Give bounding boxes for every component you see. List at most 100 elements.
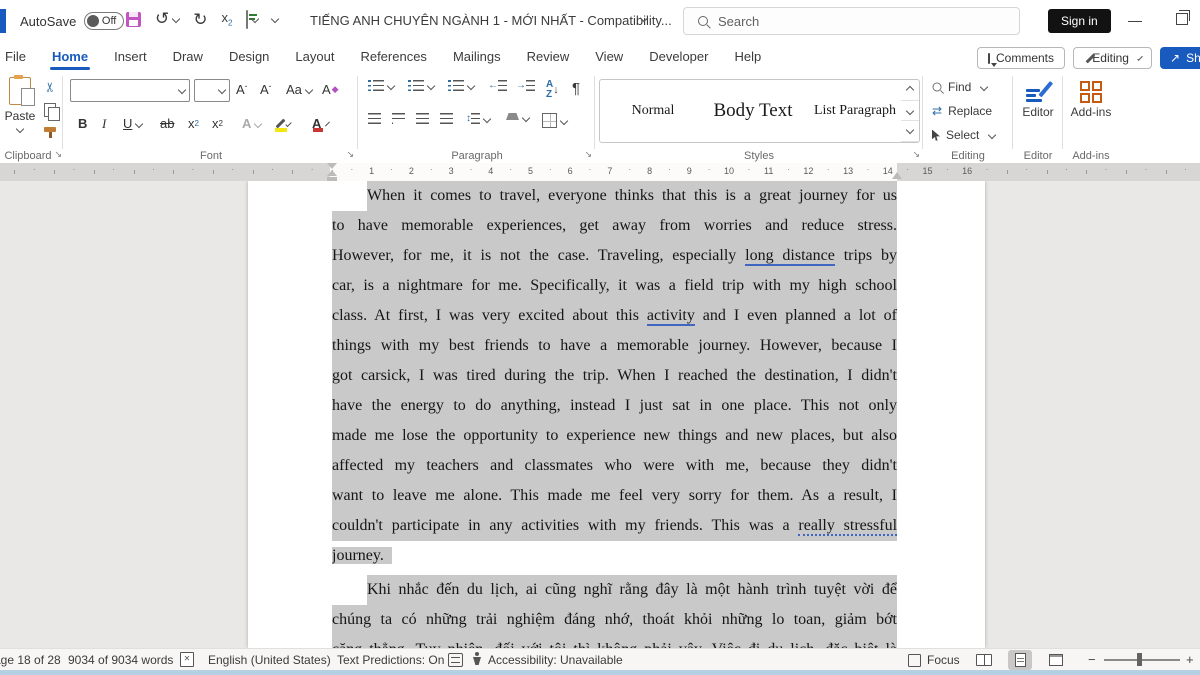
first-line-indent-marker[interactable] (327, 163, 337, 169)
focus-button[interactable]: Focus (908, 653, 960, 667)
tab-file[interactable]: File (0, 44, 39, 71)
addins-button[interactable]: Add-ins (1064, 81, 1118, 119)
text-line[interactable]: want to leave me alone. This made me fee… (332, 481, 897, 511)
page-indicator[interactable]: Page 18 of 28 (0, 653, 61, 667)
superscript-button[interactable]: x2 (212, 113, 223, 134)
text-line[interactable]: got carsick, I was tired during the trip… (332, 361, 897, 391)
styles-scroll-down[interactable] (901, 101, 919, 122)
borders-button[interactable] (542, 113, 567, 128)
qat-overflow-icon[interactable] (272, 11, 278, 29)
word-logo-icon[interactable] (0, 9, 6, 33)
style-body-text[interactable]: Body Text (698, 80, 808, 142)
print-layout-button[interactable] (1008, 650, 1032, 670)
text-effects-button[interactable]: A (242, 113, 261, 134)
minimize-button[interactable]: — (1128, 12, 1142, 28)
text-line[interactable]: When it comes to travel, everyone thinks… (332, 181, 897, 211)
sort-button[interactable]: AZ↓ (546, 80, 559, 100)
subscript-button[interactable]: x2 (188, 113, 199, 134)
text-line[interactable]: class. At first, I was very excited abou… (332, 301, 897, 331)
numbering-button[interactable] (408, 80, 434, 91)
shrink-font-button[interactable]: Aˇ (260, 79, 271, 100)
text-line[interactable]: couldn't participate in any activities w… (332, 511, 897, 541)
paragraph-dialog-launcher[interactable]: ↘ (584, 149, 592, 160)
autosave-control[interactable]: AutoSave Off (20, 12, 124, 30)
clear-formatting-button[interactable]: A◆ (322, 79, 339, 100)
zoom-out-button[interactable]: − (1088, 652, 1096, 667)
format-painter-icon[interactable] (44, 125, 56, 137)
read-mode-button[interactable] (972, 650, 996, 670)
highlight-color-button[interactable] (274, 113, 290, 134)
tab-references[interactable]: References (347, 44, 439, 71)
grow-font-button[interactable]: Aˆ (236, 79, 247, 100)
tab-design[interactable]: Design (216, 44, 282, 71)
align-right-button[interactable] (416, 113, 429, 124)
styles-scroll-up[interactable] (901, 80, 919, 101)
paste-special-button[interactable] (246, 11, 258, 29)
font-size-combo[interactable] (194, 79, 230, 102)
font-color-button[interactable]: A (312, 113, 326, 134)
editor-button[interactable]: Editor (1014, 81, 1062, 119)
word-count[interactable]: 9034 of 9034 words (68, 653, 173, 667)
tab-mailings[interactable]: Mailings (440, 44, 514, 71)
text-line[interactable]: journey. (332, 541, 897, 571)
autosave-toggle[interactable]: Off (84, 12, 124, 30)
horizontal-ruler[interactable]: ·········1·2·3·4·5·6·7·8·9·10·11·12·13·1… (0, 163, 1200, 181)
underline-button[interactable]: U (123, 113, 142, 134)
share-button[interactable]: ↗ Share (1160, 47, 1200, 69)
tab-developer[interactable]: Developer (636, 44, 721, 71)
text-line[interactable]: made me lose the opportunity to experien… (332, 421, 897, 451)
bold-button[interactable]: B (78, 113, 87, 134)
redo-icon[interactable]: ↻ (193, 11, 207, 28)
text-predictions[interactable]: Text Predictions: On (337, 653, 444, 667)
sign-in-button[interactable]: Sign in (1048, 9, 1111, 33)
tab-help[interactable]: Help (721, 44, 774, 71)
align-center-button[interactable] (392, 113, 405, 124)
save-icon[interactable] (126, 12, 141, 27)
undo-button[interactable]: ↺ (155, 10, 179, 29)
style-list-paragraph[interactable]: List Paragraph (808, 80, 902, 142)
document-page[interactable]: When it comes to travel, everyone thinks… (248, 181, 985, 648)
styles-dialog-launcher[interactable]: ↘ (912, 149, 920, 160)
select-button[interactable]: Select (932, 128, 995, 142)
text-line[interactable]: things with my best friends to have a me… (332, 331, 897, 361)
font-dialog-launcher[interactable]: ↘ (346, 149, 354, 160)
tab-home[interactable]: Home (39, 44, 101, 71)
document-title[interactable]: TIẾNG ANH CHUYÊN NGÀNH 1 - MỚI NHẤT - Co… (310, 13, 672, 28)
multilevel-list-button[interactable] (448, 80, 474, 91)
web-layout-button[interactable] (1044, 650, 1068, 670)
text-line[interactable]: affected my teachers and classmates who … (332, 451, 897, 481)
text-line[interactable]: chúng ta có những trải nghiệm đáng nhớ, … (332, 605, 897, 635)
tab-layout[interactable]: Layout (282, 44, 347, 71)
copy-icon[interactable] (44, 103, 56, 117)
change-case-button[interactable]: Aa (286, 79, 312, 100)
text-line[interactable]: Khi nhắc đến du lịch, ai cũng nghĩ rằng … (332, 575, 897, 605)
bullets-button[interactable] (368, 80, 394, 91)
text-predictions-icon[interactable] (448, 653, 463, 667)
strikethrough-button[interactable]: ab (160, 113, 174, 134)
right-indent-marker[interactable] (892, 172, 902, 179)
replace-button[interactable]: ⇄ Replace (932, 104, 992, 118)
increase-indent-button[interactable]: → (516, 80, 535, 91)
justify-button[interactable] (440, 113, 453, 124)
decrease-indent-button[interactable]: ← (488, 80, 507, 91)
zoom-in-button[interactable]: + (1186, 652, 1194, 667)
align-left-button[interactable] (368, 113, 381, 124)
styles-gallery-more[interactable] (901, 121, 919, 142)
comments-button[interactable]: Comments (977, 47, 1065, 69)
zoom-slider-track[interactable] (1104, 659, 1180, 661)
hanging-indent-marker[interactable] (327, 170, 337, 176)
italic-button[interactable]: I (102, 113, 106, 134)
restore-button[interactable] (1176, 13, 1188, 25)
text-line[interactable]: However, for me, it is not the case. Tra… (332, 241, 897, 271)
shading-button[interactable] (506, 113, 529, 123)
text-line[interactable]: to have memorable experiences, get away … (332, 211, 897, 241)
editing-mode-button[interactable]: Editing (1073, 47, 1152, 69)
proofing-status-icon[interactable]: ✕ (180, 652, 194, 667)
language-indicator[interactable]: English (United States) (208, 653, 331, 667)
show-hide-marks-button[interactable]: ¶ (572, 80, 580, 97)
accessibility-status[interactable]: Accessibility: Unavailable (488, 653, 623, 667)
tab-view[interactable]: View (582, 44, 636, 71)
tab-insert[interactable]: Insert (101, 44, 160, 71)
style-normal[interactable]: Normal (608, 80, 698, 142)
tab-draw[interactable]: Draw (160, 44, 216, 71)
